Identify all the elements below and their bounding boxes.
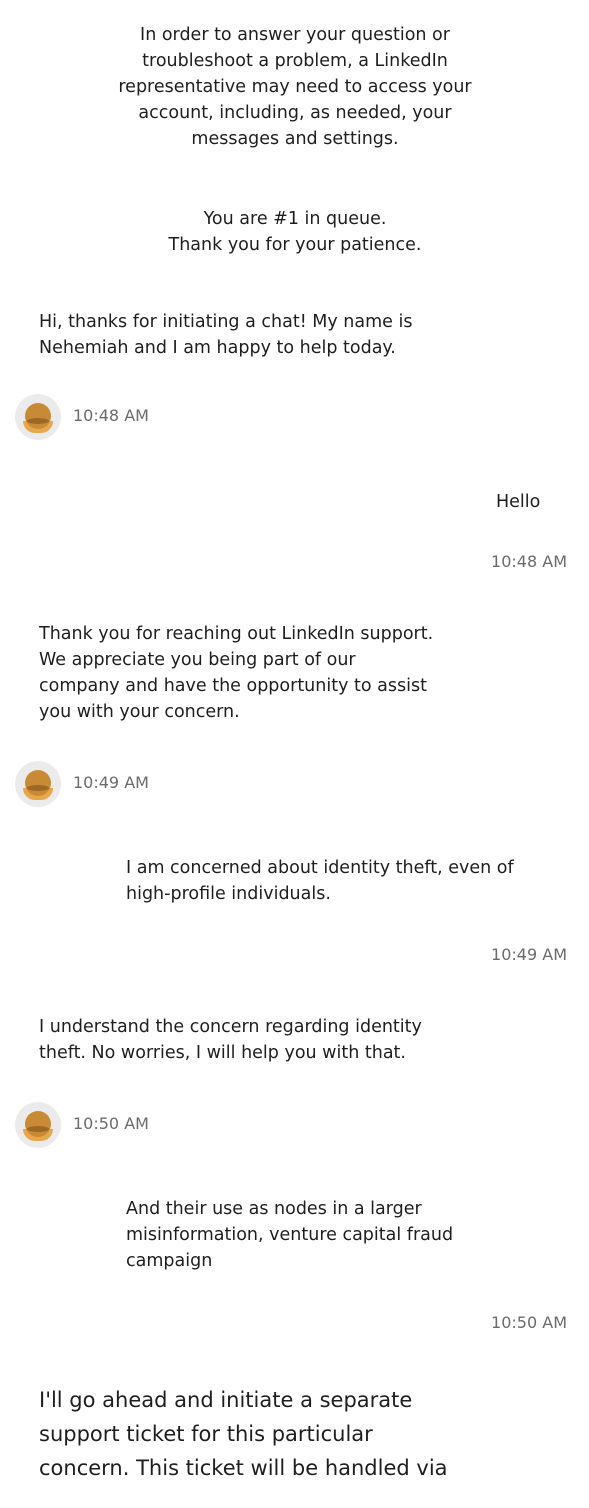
user-message: I am concerned about identity theft, eve… <box>126 858 514 904</box>
agent-avatar-icon <box>15 394 61 440</box>
agent-message: I understand the concern regarding ident… <box>39 1017 422 1063</box>
agent-message: Thank you for reaching out LinkedIn supp… <box>39 624 434 722</box>
system-notice: In order to answer your question or trou… <box>118 25 472 149</box>
agent-message-meta: 10:50 AM <box>15 1102 315 1148</box>
user-message: Hello <box>496 492 541 512</box>
agent-message-meta: 10:49 AM <box>15 761 315 807</box>
message-timestamp: 10:50 AM <box>73 1114 149 1133</box>
agent-message: Hi, thanks for initiating a chat! My nam… <box>39 312 413 358</box>
message-timestamp: 10:50 AM <box>491 1313 567 1332</box>
agent-avatar-icon <box>15 1102 61 1148</box>
message-timestamp: 10:49 AM <box>73 773 149 792</box>
message-timestamp: 10:48 AM <box>73 406 149 425</box>
user-message: And their use as nodes in a larger misin… <box>126 1199 454 1271</box>
message-timestamp: 10:48 AM <box>491 552 567 571</box>
queue-notice: You are #1 in queue. Thank you for your … <box>168 209 422 255</box>
agent-message: I'll go ahead and initiate a separate su… <box>39 1388 448 1480</box>
agent-message-meta: 10:48 AM <box>15 394 315 440</box>
agent-avatar-icon <box>15 761 61 807</box>
message-timestamp: 10:49 AM <box>491 945 567 964</box>
